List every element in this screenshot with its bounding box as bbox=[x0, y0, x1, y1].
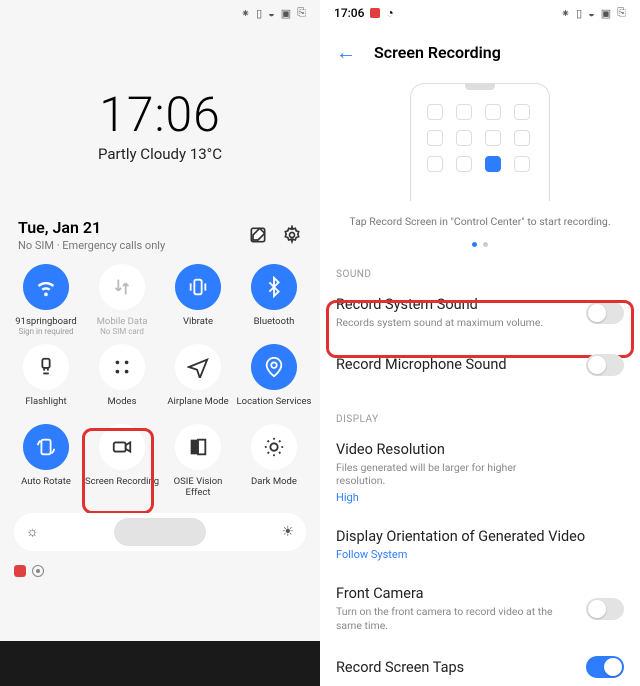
qs-tile-osie[interactable]: OSIE Vision Effect bbox=[160, 424, 236, 499]
vibrate-icon: ▯ bbox=[576, 7, 582, 20]
qs-tile-vibrate[interactable]: Vibrate bbox=[160, 264, 236, 338]
lock-clock: 17:06 Partly Cloudy 13°C bbox=[0, 86, 320, 163]
osie-icon bbox=[175, 424, 221, 470]
recording-indicator bbox=[14, 565, 320, 577]
qs-tile-data[interactable]: Mobile DataNo SIM card bbox=[84, 264, 160, 338]
qs-tile-rec[interactable]: Screen Recording bbox=[84, 424, 160, 499]
status-icons: ⁕ ▯ ◒ ▣ ⎘ bbox=[561, 6, 626, 20]
rotate-icon bbox=[23, 424, 69, 470]
plane-icon bbox=[175, 344, 221, 390]
row-title: Record System Sound bbox=[336, 296, 543, 313]
rec-icon bbox=[99, 424, 145, 470]
cast-icon: ▣ bbox=[601, 7, 611, 20]
sim-status: No SIM · Emergency calls only bbox=[18, 239, 165, 252]
toggle-cutoff[interactable] bbox=[586, 656, 624, 678]
status-time: 17:06 bbox=[334, 6, 364, 20]
loc-icon bbox=[251, 344, 297, 390]
toggle-system-sound[interactable] bbox=[586, 302, 624, 324]
status-icons: ⁕ ▯ ◒ ▣ ⎘ bbox=[241, 6, 306, 20]
row-title: Video Resolution bbox=[336, 441, 556, 458]
qs-tile-loc[interactable]: Location Services bbox=[236, 344, 312, 418]
row-subtitle: Files generated will be larger for highe… bbox=[336, 461, 556, 488]
brightness-low-icon: ☼ bbox=[26, 523, 39, 540]
dark-icon bbox=[251, 424, 297, 470]
row-display-orientation[interactable]: Display Orientation of Generated Video F… bbox=[320, 516, 640, 573]
wifi-icon: ◒ bbox=[588, 7, 595, 20]
page-title: Screen Recording bbox=[374, 43, 501, 62]
data-icon bbox=[99, 264, 145, 310]
tile-label: Screen Recording bbox=[85, 476, 159, 498]
qs-tile-dark[interactable]: Dark Mode bbox=[236, 424, 312, 499]
tile-label: 91springboardSign in required bbox=[15, 316, 76, 338]
row-title: Front Camera bbox=[336, 585, 556, 602]
tile-label: Dark Mode bbox=[251, 476, 297, 498]
row-subtitle: Records system sound at maximum volume. bbox=[336, 316, 543, 330]
row-value: Follow System bbox=[336, 548, 585, 561]
qs-tile-wifi[interactable]: 91springboardSign in required bbox=[8, 264, 84, 338]
vibrate-icon bbox=[175, 264, 221, 310]
timer-icon: ◔ bbox=[386, 6, 393, 20]
brightness-auto-icon[interactable]: ☀ bbox=[281, 524, 294, 540]
tile-label: Location Services bbox=[237, 396, 312, 418]
battery-icon: ⎘ bbox=[297, 6, 306, 20]
row-record-system-sound[interactable]: Record System Sound Records system sound… bbox=[320, 284, 640, 342]
settings-icon[interactable] bbox=[282, 225, 302, 245]
row-record-mic[interactable]: Record Microphone Sound bbox=[320, 342, 640, 388]
record-circle-icon bbox=[32, 565, 44, 577]
record-dot-icon bbox=[14, 565, 26, 577]
wifi-icon bbox=[23, 264, 69, 310]
row-title: Record Screen Taps bbox=[336, 659, 464, 676]
bt-icon bbox=[251, 264, 297, 310]
tile-label: Airplane Mode bbox=[167, 396, 228, 418]
phone-illustration bbox=[410, 83, 550, 201]
record-badge-icon bbox=[370, 8, 380, 18]
brightness-fill bbox=[114, 518, 206, 546]
edit-icon[interactable] bbox=[248, 225, 268, 245]
toggle-mic-sound[interactable] bbox=[586, 354, 624, 376]
page-dots[interactable] bbox=[320, 242, 640, 247]
wifi-icon: ◒ bbox=[268, 7, 275, 20]
row-front-camera[interactable]: Front Camera Turn on the front camera to… bbox=[320, 573, 640, 644]
caption-text: Tap Record Screen in "Control Center" to… bbox=[320, 215, 640, 228]
tile-label: Bluetooth bbox=[254, 316, 295, 338]
qs-tile-rotate[interactable]: Auto Rotate bbox=[8, 424, 84, 499]
tile-label: Flashlight bbox=[25, 396, 66, 418]
back-arrow-icon[interactable]: ← bbox=[336, 40, 356, 65]
bluetooth-icon: ⁕ bbox=[241, 7, 250, 20]
row-subtitle: Turn on the front camera to record video… bbox=[336, 605, 556, 632]
tile-label: Mobile DataNo SIM card bbox=[97, 316, 148, 338]
tile-label: Vibrate bbox=[183, 316, 213, 338]
row-video-resolution[interactable]: Video Resolution Files generated will be… bbox=[320, 429, 640, 516]
modes-icon bbox=[99, 344, 145, 390]
bottom-blackbar bbox=[0, 641, 320, 686]
clock-weather: Partly Cloudy 13°C bbox=[0, 145, 320, 163]
cast-icon: ▣ bbox=[281, 7, 291, 20]
qs-tile-bt[interactable]: Bluetooth bbox=[236, 264, 312, 338]
date-text: Tue, Jan 21 bbox=[18, 218, 165, 237]
toggle-front-camera[interactable] bbox=[586, 598, 624, 620]
section-sound: SOUND bbox=[320, 261, 640, 284]
section-display: DISPLAY bbox=[320, 406, 640, 429]
status-bar-left: ⁕ ▯ ◒ ▣ ⎘ bbox=[0, 0, 320, 26]
tile-label: Auto Rotate bbox=[21, 476, 71, 498]
battery-icon: ⎘ bbox=[617, 6, 626, 20]
clock-time: 17:06 bbox=[0, 86, 320, 143]
flash-icon bbox=[23, 344, 69, 390]
row-value: High bbox=[336, 491, 556, 504]
tile-label: OSIE Vision Effect bbox=[160, 476, 236, 499]
brightness-slider[interactable]: ☼ ☀ bbox=[14, 513, 306, 551]
tile-label: Modes bbox=[107, 396, 136, 418]
vibrate-icon: ▯ bbox=[256, 7, 262, 20]
qs-tile-modes[interactable]: Modes bbox=[84, 344, 160, 418]
row-title: Display Orientation of Generated Video bbox=[336, 528, 585, 545]
row-title: Record Microphone Sound bbox=[336, 356, 507, 373]
status-bar-right: 17:06 ◔ ⁕ ▯ ◒ ▣ ⎘ bbox=[320, 0, 640, 26]
qs-tile-flash[interactable]: Flashlight bbox=[8, 344, 84, 418]
qs-tile-plane[interactable]: Airplane Mode bbox=[160, 344, 236, 418]
row-cutoff[interactable]: Record Screen Taps bbox=[320, 644, 640, 678]
bluetooth-icon: ⁕ bbox=[561, 7, 570, 20]
